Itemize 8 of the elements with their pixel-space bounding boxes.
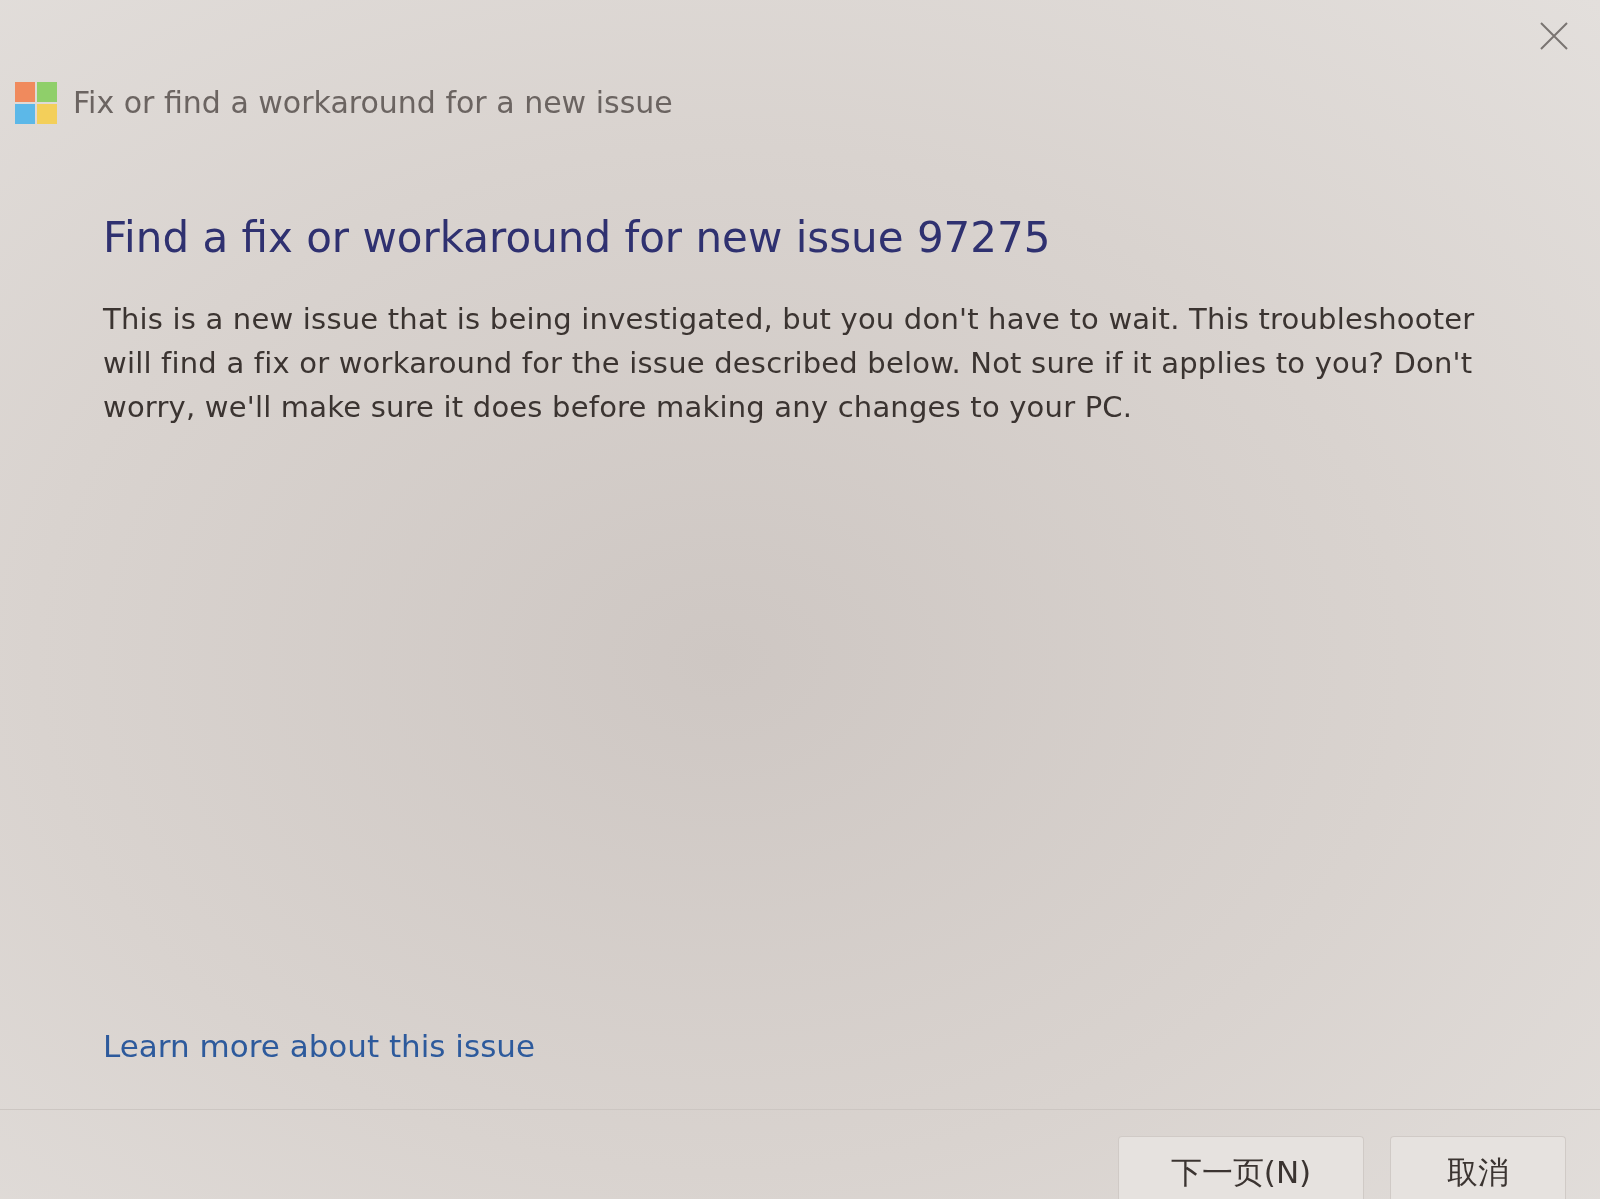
description-paragraph: This is a new issue that is being investigated, but you don't have to wait. This troubleshooter will find a fix or workaround for the issue described below. Not sure if it applies to you? Don't worry, we'll make sure it does before making any changes to your PC. (103, 301, 1476, 427)
close-icon[interactable] (1540, 22, 1568, 50)
cancel-button[interactable]: 取消 (1390, 1136, 1566, 1199)
learn-more-link[interactable]: Learn more about this issue (103, 1022, 535, 1069)
next-button[interactable]: 下一页(N) (1118, 1136, 1364, 1199)
app-logo-icon (15, 81, 57, 124)
window-title: Fix or find a workaround for a new issue (73, 84, 673, 122)
page-heading: Find a fix or workaround for new issue 97275 (103, 213, 1052, 264)
